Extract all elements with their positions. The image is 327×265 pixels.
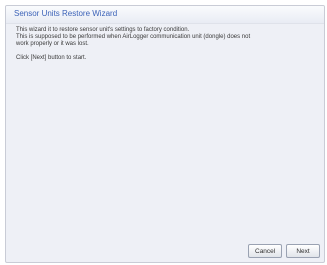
page: Sensor Units Restore Wizard This wizard … [0, 0, 327, 265]
title-bar: Sensor Units Restore Wizard [6, 6, 324, 24]
cancel-button[interactable]: Cancel [248, 244, 282, 258]
window-title: Sensor Units Restore Wizard [14, 9, 118, 18]
start-instruction: Click [Next] button to start. [16, 55, 87, 61]
wizard-description: This wizard it to restore sensor unit's … [16, 27, 316, 62]
description-line: This wizard it to restore sensor unit's … [16, 27, 190, 33]
description-line: This is supposed to be performed when Ai… [16, 34, 251, 40]
next-button[interactable]: Next [286, 244, 320, 258]
description-line: work properly or it was lost. [16, 41, 89, 47]
